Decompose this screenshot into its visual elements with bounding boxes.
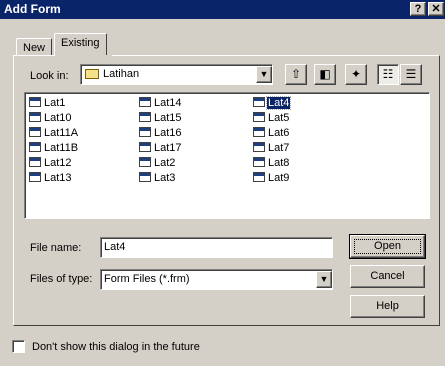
files-of-type-combo[interactable]: Form Files (*.frm) ▼	[100, 269, 333, 290]
list-item[interactable]: Lat1	[29, 97, 66, 111]
look-in-value: Latihan	[103, 68, 140, 80]
help-title-button[interactable]: ?	[410, 2, 426, 16]
look-in-dropdown-button[interactable]: ▼	[256, 66, 272, 83]
list-item[interactable]: Lat2	[139, 157, 176, 171]
form-file-icon	[29, 112, 41, 122]
up-one-level-icon[interactable]: ⇧	[285, 64, 307, 85]
cancel-button[interactable]: Cancel	[350, 265, 425, 288]
tab-new[interactable]: New	[16, 38, 53, 56]
files-of-type-value: Form Files (*.frm)	[104, 273, 190, 285]
list-item[interactable]: Lat13	[29, 172, 73, 186]
form-file-icon	[253, 112, 265, 122]
look-in-label: Look in:	[30, 70, 69, 82]
window-title: Add Form	[4, 2, 61, 16]
title-bar[interactable]: Add Form ? ✕	[0, 0, 445, 19]
list-item[interactable]: Lat17	[139, 142, 183, 156]
list-item[interactable]: Lat9	[253, 172, 290, 186]
list-item[interactable]: Lat12	[29, 157, 73, 171]
folder-icon	[85, 69, 99, 79]
dont-show-checkbox[interactable]	[12, 340, 25, 353]
form-file-icon	[29, 157, 41, 167]
form-file-icon	[29, 142, 41, 152]
form-file-icon	[139, 127, 151, 137]
open-button[interactable]: Open	[349, 234, 426, 259]
tab-join	[55, 55, 112, 57]
list-item-selected[interactable]: Lat4	[253, 96, 292, 111]
form-file-icon	[29, 97, 41, 107]
list-item[interactable]: Lat5	[253, 112, 290, 126]
form-file-icon	[29, 127, 41, 137]
file-list[interactable]: Lat1 Lat10 Lat11A Lat11B Lat12 Lat13 Lat…	[24, 92, 430, 219]
list-item[interactable]: Lat11A	[29, 127, 79, 141]
list-item[interactable]: Lat16	[139, 127, 183, 141]
form-file-icon	[139, 97, 151, 107]
list-item[interactable]: Lat11B	[29, 142, 79, 156]
help-button[interactable]: Help	[350, 295, 425, 318]
form-file-icon	[139, 157, 151, 167]
focus-rect	[354, 239, 421, 254]
list-item[interactable]: Lat14	[139, 97, 183, 111]
close-button[interactable]: ✕	[428, 2, 444, 16]
tab-existing[interactable]: Existing	[54, 33, 107, 56]
form-file-icon	[253, 142, 265, 152]
form-file-icon	[253, 127, 265, 137]
files-of-type-dropdown-button[interactable]: ▼	[316, 271, 332, 288]
form-file-icon	[253, 172, 265, 182]
form-file-icon	[253, 157, 265, 167]
form-file-icon	[253, 97, 265, 107]
list-item[interactable]: Lat15	[139, 112, 183, 126]
list-view-icon[interactable]: ☷	[377, 64, 399, 85]
list-item[interactable]: Lat3	[139, 172, 176, 186]
dont-show-label[interactable]: Don't show this dialog in the future	[32, 341, 200, 353]
new-folder-icon[interactable]: ✦	[345, 64, 367, 85]
file-name-input[interactable]: Lat4	[100, 237, 333, 258]
list-item[interactable]: Lat10	[29, 112, 73, 126]
list-item[interactable]: Lat6	[253, 127, 290, 141]
desktop-icon[interactable]: ◧	[314, 64, 336, 85]
list-item[interactable]: Lat7	[253, 142, 290, 156]
file-name-label: File name:	[30, 242, 82, 254]
details-view-icon[interactable]: ☰	[400, 64, 422, 85]
form-file-icon	[139, 172, 151, 182]
form-file-icon	[139, 112, 151, 122]
list-item[interactable]: Lat8	[253, 157, 290, 171]
files-of-type-label: Files of type:	[30, 273, 93, 285]
look-in-combo[interactable]: Latihan ▼	[80, 64, 273, 85]
form-file-icon	[139, 142, 151, 152]
form-file-icon	[29, 172, 41, 182]
